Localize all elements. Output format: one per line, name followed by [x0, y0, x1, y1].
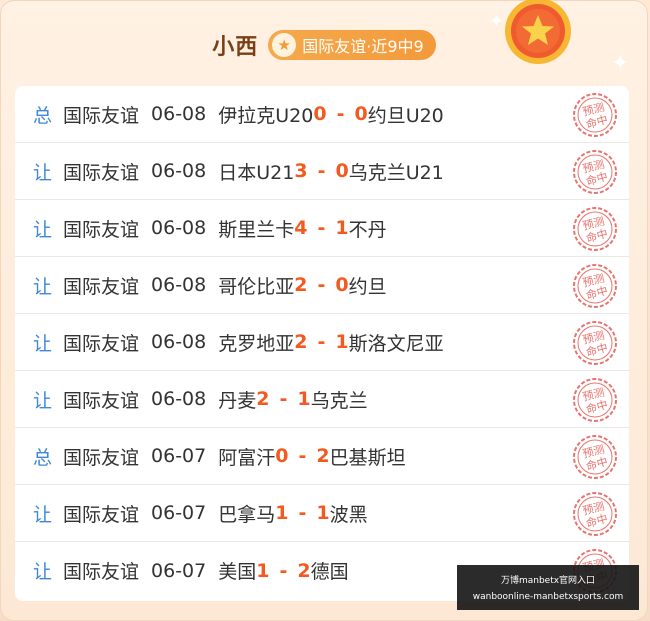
record-away-team: 斯洛文尼亚 [348, 332, 444, 355]
record-home-team: 巴拿马 [218, 503, 276, 526]
prediction-hit-stamp: 预测命中 [573, 378, 617, 422]
record-league: 国际友谊 [63, 389, 140, 412]
record-badge: ★ 国际友谊·近9中9 [268, 30, 436, 60]
record-row[interactable]: 让国际友谊 06-08 日本U21 3-0 乌克兰U21 预测 命中 [15, 143, 629, 200]
record-league: 国际友谊 [63, 161, 140, 184]
prediction-hit-stamp: 预测命中 [573, 93, 617, 137]
record-tag: 让 [33, 218, 53, 241]
record-away-team: 不丹 [348, 218, 387, 241]
record-tag: 让 [33, 389, 53, 412]
record-away-score: 1 [335, 331, 349, 353]
record-list: 总国际友谊 06-08 伊拉克U20 0-0 约旦U20 预测 命中让国际友谊 06-08 日本… [15, 86, 629, 601]
record-score-separator: - [279, 388, 288, 410]
record-home-score: 2 [294, 274, 308, 296]
record-away-team: 波黑 [329, 503, 368, 526]
record-away-score: 0 [335, 274, 349, 296]
record-home-score: 4 [294, 217, 308, 239]
record-score-separator: - [279, 559, 288, 582]
record-away-score: 2 [297, 559, 311, 582]
record-row[interactable]: 让国际友谊 06-07 巴拿马 1-1 波黑 预测 命中 [15, 485, 629, 542]
record-home-team: 伊拉克U20 [218, 104, 314, 127]
record-date: 06-08 [151, 103, 207, 125]
record-score-separator: - [336, 103, 345, 125]
record-tag: 让 [33, 561, 53, 583]
prediction-hit-stamp: 预测命中 [573, 321, 617, 365]
record-home-score: 1 [256, 559, 270, 582]
record-row[interactable]: 让国际友谊 06-08 克罗地亚 2-1 斯洛文尼亚 预测 命中 [15, 314, 629, 371]
record-home-team: 丹麦 [218, 389, 257, 412]
author-name: 小西 [212, 35, 259, 60]
record-away-score: 1 [297, 388, 311, 410]
record-row[interactable]: 总国际友谊 06-08 伊拉克U20 0-0 约旦U20 预测 命中 [15, 86, 629, 143]
record-score-separator: - [298, 445, 307, 467]
record-date: 06-07 [151, 559, 207, 582]
record-date: 06-08 [151, 388, 207, 410]
record-score-separator: - [317, 160, 326, 182]
record-home-score: 1 [275, 502, 289, 524]
record-row[interactable]: 让国际友谊 06-08 丹麦 2-1 乌克兰 预测 命中 [15, 371, 629, 428]
record-home-score: 2 [294, 331, 308, 353]
badge-label: 国际友谊·近9中9 [302, 37, 424, 56]
record-row[interactable]: 总国际友谊 06-07 阿富汗 0-2 巴基斯坦 预测 命中 [15, 428, 629, 485]
prediction-hit-stamp: 预测命中 [573, 492, 617, 536]
record-row[interactable]: 让国际友谊 06-08 斯里兰卡 4-1 不丹 预测 命中 [15, 200, 629, 257]
record-away-score: 2 [316, 445, 330, 467]
record-away-team: 巴基斯坦 [329, 446, 406, 469]
prediction-hit-stamp: 预测命中 [573, 207, 617, 251]
record-date: 06-07 [151, 502, 207, 524]
record-tag: 让 [33, 275, 53, 298]
record-league: 国际友谊 [63, 561, 140, 583]
record-home-score: 2 [256, 388, 270, 410]
record-away-team: 约旦 [348, 275, 387, 298]
record-league: 国际友谊 [63, 332, 140, 355]
record-league: 国际友谊 [63, 503, 140, 526]
record-score-separator: - [317, 331, 326, 353]
record-score-separator: - [298, 502, 307, 524]
record-home-score: 0 [275, 445, 289, 467]
record-league: 国际友谊 [63, 104, 140, 127]
record-date: 06-08 [151, 331, 207, 353]
watermark-line1: 万博manbetx官网入口 [500, 576, 596, 586]
record-away-team: 德国 [310, 561, 349, 583]
record-away-score: 0 [335, 160, 349, 182]
record-away-team: 约旦U20 [367, 104, 444, 127]
record-date: 06-08 [151, 274, 207, 296]
record-date: 06-08 [151, 217, 207, 239]
record-home-team: 日本U21 [218, 161, 295, 184]
prediction-panel: ✦ ✦ 小西 ★ 国际友谊·近9中9 总国际友谊 06-08 伊拉克U20 0-0 约旦… [0, 0, 648, 621]
record-row[interactable]: 让国际友谊 06-08 哥伦比亚 2-0 约旦 预测 命中 [15, 257, 629, 314]
record-home-team: 斯里兰卡 [218, 218, 295, 241]
record-home-team: 克罗地亚 [218, 332, 295, 355]
record-tag: 总 [33, 104, 53, 127]
record-tag: 总 [33, 446, 53, 469]
watermark-line2: wanboonline-manbetxsports.com [472, 592, 624, 602]
watermark: 万博manbetx官网入口 wanboonline-manbetxsports.… [457, 565, 639, 610]
record-away-team: 乌克兰U21 [348, 161, 444, 184]
record-home-team: 阿富汗 [218, 446, 276, 469]
record-date: 06-07 [151, 445, 207, 467]
star-icon: ★ [272, 33, 297, 57]
prediction-hit-stamp: 预测命中 [573, 150, 617, 194]
prediction-hit-stamp: 预测命中 [573, 435, 617, 479]
record-tag: 让 [33, 332, 53, 355]
record-away-team: 乌克兰 [310, 389, 368, 412]
record-home-score: 3 [294, 160, 308, 182]
record-date: 06-08 [151, 160, 207, 182]
prediction-hit-stamp: 预测命中 [573, 264, 617, 308]
record-home-team: 美国 [218, 561, 257, 583]
record-score-separator: - [317, 274, 326, 296]
record-away-score: 0 [354, 103, 368, 125]
record-league: 国际友谊 [63, 446, 140, 469]
header: 小西 ★ 国际友谊·近9中9 [1, 25, 647, 65]
record-home-team: 哥伦比亚 [218, 275, 295, 298]
record-league: 国际友谊 [63, 275, 140, 298]
record-away-score: 1 [316, 502, 330, 524]
record-home-score: 0 [313, 103, 327, 125]
record-away-score: 1 [335, 217, 349, 239]
record-tag: 让 [33, 503, 53, 526]
record-tag: 让 [33, 161, 53, 184]
record-league: 国际友谊 [63, 218, 140, 241]
record-score-separator: - [317, 217, 326, 239]
